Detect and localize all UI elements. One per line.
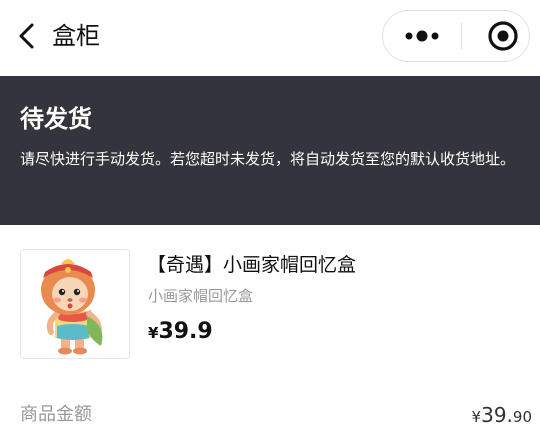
back-button[interactable] bbox=[14, 20, 42, 52]
product-price: ¥39.9 bbox=[148, 315, 213, 350]
product-image[interactable] bbox=[20, 249, 130, 359]
capsule-menu bbox=[382, 10, 530, 62]
close-button[interactable] bbox=[462, 11, 530, 61]
page-title: 盒柜 bbox=[52, 22, 100, 50]
amount-decimal: 90 bbox=[512, 408, 532, 426]
status-banner: 待发货 请尽快进行手动发货。若您超时未发货，将自动发货至您的默认收货地址。 bbox=[0, 76, 540, 225]
price-currency: ¥ bbox=[148, 324, 159, 342]
navbar: 盒柜 bbox=[0, 0, 540, 76]
amount-integer: 39. bbox=[481, 403, 513, 427]
status-description: 请尽快进行手动发货。若您超时未发货，将自动发货至您的默认收货地址。 bbox=[20, 150, 516, 168]
amount-value: ¥39.90 bbox=[472, 400, 532, 432]
amount-currency: ¥ bbox=[471, 408, 482, 426]
chevron-left-icon bbox=[19, 23, 34, 49]
status-title: 待发货 bbox=[20, 105, 92, 133]
target-close-icon bbox=[488, 21, 518, 51]
more-dots-icon bbox=[405, 30, 439, 42]
figurine-image bbox=[41, 259, 103, 355]
product-name[interactable]: 【奇遇】小画家帽回忆盒 bbox=[147, 250, 356, 280]
more-button[interactable] bbox=[383, 11, 461, 61]
price-value: 39.9 bbox=[158, 319, 213, 344]
product-subtitle: 小画家帽回忆盒 bbox=[148, 287, 254, 305]
amount-label: 商品金额 bbox=[20, 404, 92, 425]
